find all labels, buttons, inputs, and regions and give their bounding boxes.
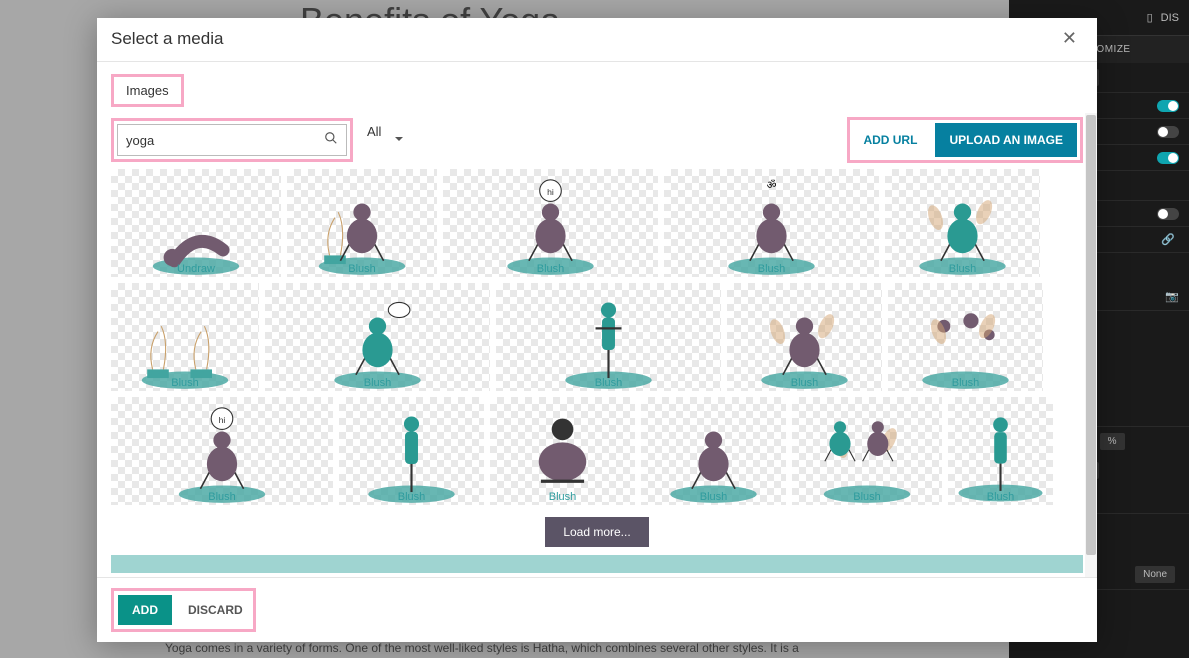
thumbnail[interactable]: Blush — [888, 283, 1043, 391]
modal-footer: ADD DISCARD — [97, 577, 1097, 642]
modal-scrollbar[interactable] — [1085, 113, 1097, 577]
tab-images[interactable]: Images — [111, 74, 184, 107]
thumbnail[interactable]: Blush — [727, 283, 882, 391]
thumbnail-source-label: Blush — [549, 491, 577, 503]
toggle-3[interactable] — [1157, 152, 1179, 164]
thumbnail[interactable]: Blush — [287, 169, 437, 277]
thumbnail[interactable]: hi Blush — [443, 169, 658, 277]
load-more-button[interactable]: Load more... — [545, 517, 648, 547]
thumbnail[interactable]: Blush — [339, 397, 484, 505]
dis-label: DIS — [1161, 12, 1179, 24]
thumbnail-illustration — [287, 169, 437, 277]
thumbnail[interactable]: ॐ Blush — [664, 169, 879, 277]
toggle-2[interactable] — [1157, 126, 1179, 138]
thumbnail-source-label: Blush — [853, 491, 881, 503]
modal-scroll-area: Images All — [97, 62, 1097, 577]
search-highlight — [111, 118, 353, 162]
thumbnail-source-label: Blush — [758, 263, 786, 275]
thumbnail-illustration — [339, 397, 484, 505]
thumbnail-illustration — [490, 397, 635, 505]
thumbnail-source-label: Blush — [949, 263, 977, 275]
link-icon[interactable]: 🔗 — [1161, 233, 1175, 246]
thumbnail-illustration — [111, 283, 259, 391]
thumbnail[interactable]: hi Blush — [111, 397, 333, 505]
filter-value: All — [367, 124, 381, 139]
search-icon[interactable] — [316, 131, 346, 150]
thumbnail-illustration — [641, 397, 786, 505]
footer-highlight: ADD DISCARD — [111, 588, 256, 632]
thumbnail-grid: Undraw Blush hi Blush ॐ Blush Blush Blush Blush B… — [111, 169, 1083, 505]
ad-toggle[interactable] — [1157, 100, 1179, 112]
thumbnail-illustration — [792, 397, 942, 505]
thumbnail-source-label: Undraw — [177, 263, 215, 275]
thumbnail-illustration — [948, 397, 1053, 505]
media-modal: Select a media ✕ Images — [97, 18, 1097, 642]
search-filter-row: All ADD URL UPLOAD AN IMAGE — [111, 117, 1083, 163]
modal-title: Select a media — [111, 29, 223, 49]
thumbnail-source-label: Blush — [791, 377, 819, 389]
thumbnail[interactable]: Blush — [265, 283, 490, 391]
search-box — [117, 124, 347, 156]
shadow-select[interactable]: None — [1135, 566, 1175, 583]
thumbnail-illustration — [885, 169, 1040, 277]
left-controls: All — [111, 118, 411, 162]
thumbnail-source-label: Blush — [537, 263, 565, 275]
svg-text:hi: hi — [547, 187, 554, 197]
source-filter[interactable]: All — [359, 124, 411, 156]
thumbnail-source-label: Blush — [348, 263, 376, 275]
thumbnail-illustration — [888, 283, 1043, 391]
thumbnail-source-label: Blush — [364, 377, 392, 389]
thumbnail-illustration — [727, 283, 882, 391]
toggle-4[interactable] — [1157, 208, 1179, 220]
thumbnail-source-label: Blush — [952, 377, 980, 389]
teal-divider — [111, 555, 1083, 573]
thumbnail-illustration: hi — [443, 169, 658, 277]
thumbnail-illustration — [496, 283, 721, 391]
thumbnail[interactable]: Blush — [885, 169, 1040, 277]
thumbnail-illustration — [265, 283, 490, 391]
thumbnail-source-label: Blush — [700, 491, 728, 503]
thumbnail[interactable]: Blush — [792, 397, 942, 505]
thumbnail[interactable]: Blush — [111, 283, 259, 391]
mobile-icon[interactable]: ▯ — [1147, 11, 1153, 24]
thumbnail[interactable]: Blush — [496, 283, 721, 391]
add-url-button[interactable]: ADD URL — [853, 125, 927, 155]
svg-text:hi: hi — [219, 415, 226, 425]
search-input[interactable] — [118, 133, 316, 148]
svg-text:ॐ: ॐ — [767, 178, 777, 191]
thumbnail-source-label: Blush — [398, 491, 426, 503]
thumbnail-source-label: Blush — [171, 377, 199, 389]
thumbnail[interactable]: Blush — [490, 397, 635, 505]
modal-body: Images All — [97, 62, 1097, 577]
discard-button[interactable]: DISCARD — [182, 595, 249, 625]
upload-highlight: ADD URL UPLOAD AN IMAGE — [847, 117, 1083, 163]
thumbnail[interactable]: Undraw — [111, 169, 281, 277]
thumbnail[interactable]: Blush — [948, 397, 1053, 505]
close-icon[interactable]: ✕ — [1062, 28, 1077, 49]
modal-scrollbar-thumb[interactable] — [1086, 115, 1096, 555]
thumbnail[interactable]: Blush — [641, 397, 786, 505]
tabs-row: Images — [111, 74, 1083, 107]
thumbnail-source-label: Blush — [987, 491, 1015, 503]
thumbnail-illustration: ॐ — [664, 169, 879, 277]
thumbnail-illustration: hi — [111, 397, 333, 505]
thumbnail-source-label: Blush — [208, 491, 236, 503]
add-button[interactable]: ADD — [118, 595, 172, 625]
thumbnail-illustration — [111, 169, 281, 277]
thumbnail-source-label: Blush — [595, 377, 623, 389]
camera-icon[interactable]: 📷 — [1165, 290, 1179, 303]
percent-plus-icon[interactable]: % — [1100, 433, 1125, 450]
modal-header: Select a media ✕ — [97, 18, 1097, 62]
upload-image-button[interactable]: UPLOAD AN IMAGE — [935, 123, 1077, 157]
